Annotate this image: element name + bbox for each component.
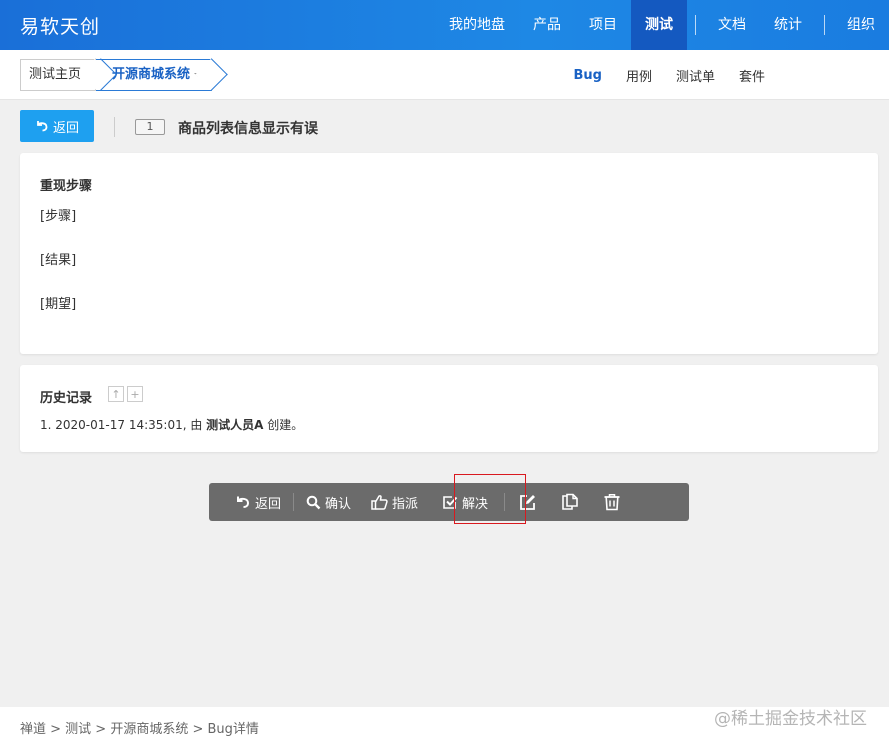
crumb-product-label: 开源商城系统	[112, 67, 191, 82]
top-header: 易软天创 我的地盘 产品 项目 测试 文档 统计 组织	[0, 0, 889, 50]
toolbar-edit-button[interactable]	[507, 483, 549, 521]
expect-line: [期望]	[40, 297, 77, 312]
bug-title: 商品列表信息显示有误	[178, 121, 318, 137]
history-entry-time: 1. 2020-01-17 14:35:01, 由	[40, 418, 207, 432]
nav-test[interactable]: 测试	[631, 0, 687, 50]
history-entry: 1. 2020-01-17 14:35:01, 由 测试人员A 创建。	[40, 416, 303, 433]
edit-icon	[520, 495, 536, 510]
steps-panel: 重现步骤 [步骤] [结果] [期望]	[20, 153, 878, 354]
brand-logo[interactable]: 易软天创	[20, 12, 100, 39]
toolbar-assign-label: 指派	[392, 496, 419, 512]
result-line: [结果]	[40, 253, 77, 268]
history-panel: 历史记录 ↑ + 1. 2020-01-17 14:35:01, 由 测试人员A…	[20, 365, 878, 452]
undo-icon	[237, 496, 250, 508]
toolbar-confirm-button[interactable]: 确认	[296, 483, 361, 521]
nav-company[interactable]: 组织	[833, 0, 889, 50]
checkbox-checked-icon	[443, 496, 458, 509]
nav-divider	[695, 15, 696, 35]
toolbar-divider	[293, 493, 295, 511]
history-heading: 历史记录	[40, 391, 93, 406]
toolbar-resolve-button[interactable]: 解决	[428, 483, 498, 521]
action-toolbar: 返回 确认 指派 解决	[209, 483, 689, 521]
toolbar-resolve-label: 解决	[462, 496, 489, 512]
arrow-up-icon[interactable]: ↑	[108, 386, 124, 402]
tab-suite[interactable]: 套件	[727, 66, 777, 85]
thumbs-up-icon	[371, 495, 388, 510]
nav-divider	[824, 15, 825, 35]
caret-down-icon	[194, 72, 203, 77]
history-entry-user: 测试人员A	[206, 418, 264, 432]
toolbar-back-button[interactable]: 返回	[225, 483, 291, 521]
toolbar-divider	[504, 493, 506, 511]
copy-icon	[562, 493, 578, 510]
toolbar-back-label: 返回	[255, 496, 282, 512]
tab-case[interactable]: 用例	[614, 66, 664, 85]
nav-project[interactable]: 项目	[575, 0, 631, 50]
toolbar-assign-button[interactable]: 指派	[361, 483, 428, 521]
toolbar-confirm-label: 确认	[325, 496, 352, 512]
back-button[interactable]: 返回	[20, 110, 94, 142]
nav-product[interactable]: 产品	[519, 0, 575, 50]
nav-report[interactable]: 统计	[760, 0, 816, 50]
sub-nav: Bug 用例 测试单 套件	[561, 50, 777, 100]
tab-testtask[interactable]: 测试单	[664, 66, 727, 85]
steps-line: [步骤]	[40, 209, 77, 224]
bug-id-badge: 1	[135, 119, 165, 135]
nav-doc[interactable]: 文档	[704, 0, 760, 50]
toolbar-copy-button[interactable]	[549, 483, 591, 521]
main-nav: 我的地盘 产品 项目 测试 文档 统计 组织	[435, 0, 889, 50]
search-icon	[306, 495, 321, 509]
nav-my[interactable]: 我的地盘	[435, 0, 519, 50]
undo-icon	[37, 121, 48, 132]
tab-bug[interactable]: Bug	[561, 68, 613, 83]
toolbar-delete-button[interactable]	[591, 483, 633, 521]
trash-icon	[604, 494, 620, 511]
title-divider	[114, 117, 115, 137]
history-controls: ↑ +	[108, 386, 143, 402]
crumb-product-switcher[interactable]: 开源商城系统	[96, 59, 212, 91]
back-button-label: 返回	[52, 120, 79, 136]
sub-header: 测试主页 开源商城系统 Bug 用例 测试单 套件	[0, 50, 889, 100]
plus-icon[interactable]: +	[127, 386, 143, 402]
footer-breadcrumb: 禅道 > 测试 > 开源商城系统 > Bug详情	[20, 722, 259, 737]
watermark: @稀土掘金技术社区	[714, 709, 867, 729]
steps-heading: 重现步骤	[40, 179, 93, 194]
history-entry-action: 创建。	[263, 418, 304, 432]
